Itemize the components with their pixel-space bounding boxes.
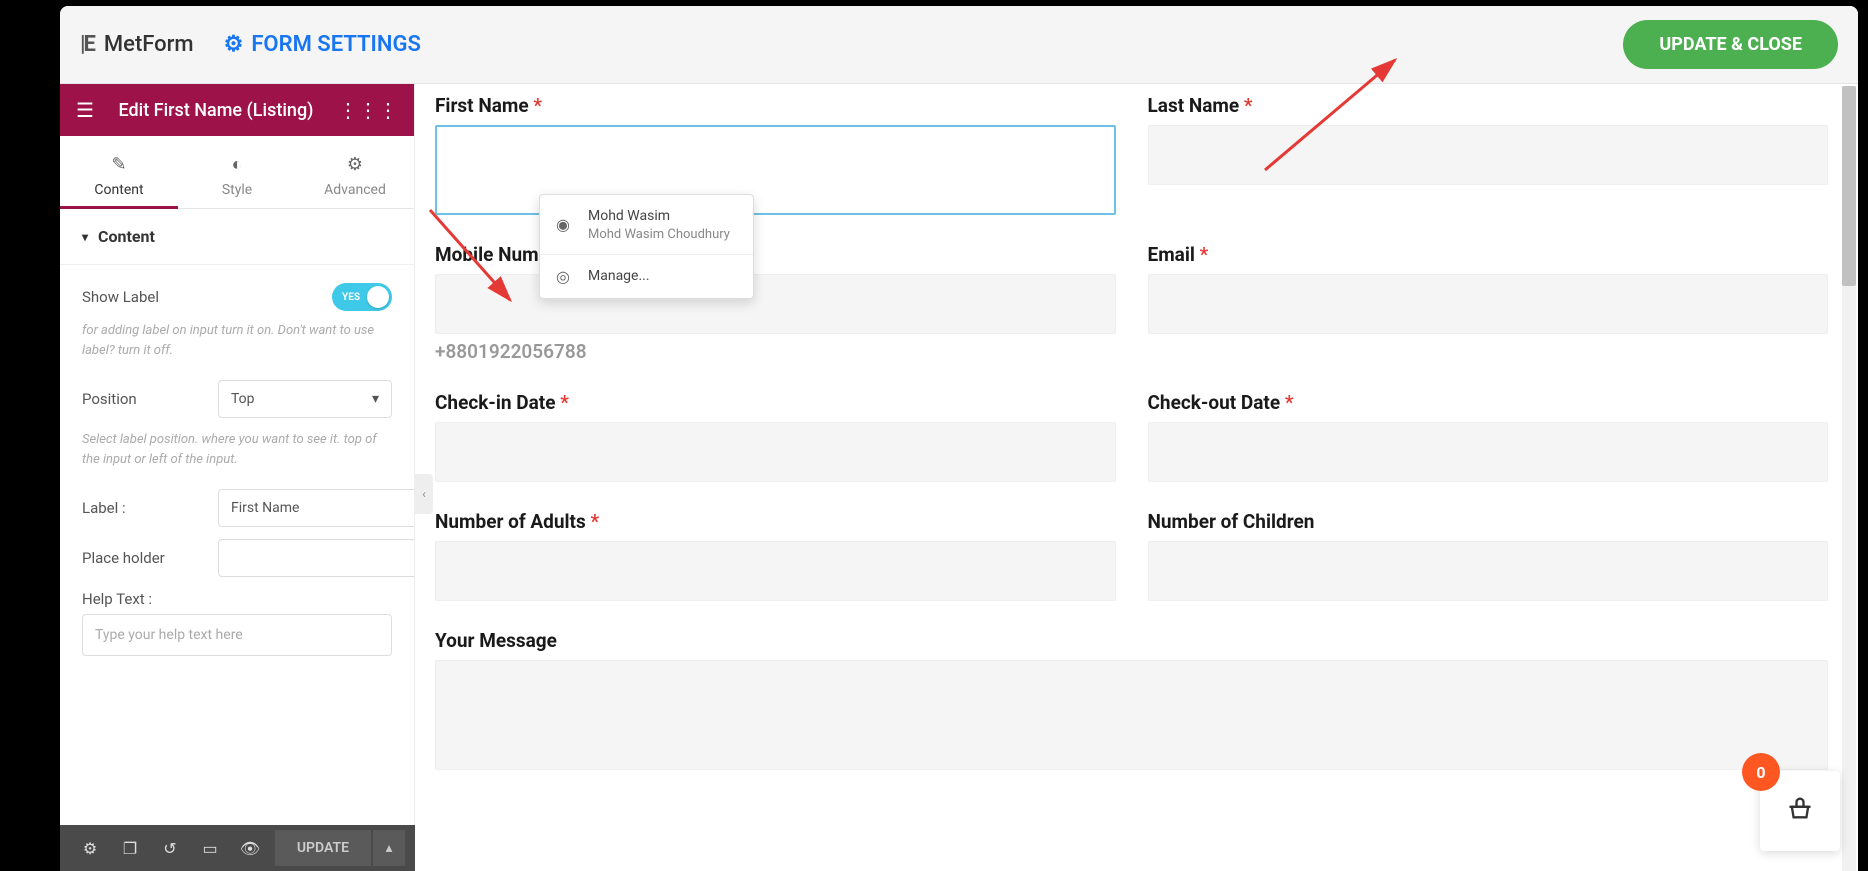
brand: |E MetForm [80, 32, 194, 57]
gear-icon: ⚙ [296, 154, 414, 175]
mobile-hint: +8801922056788 [435, 340, 1116, 363]
autofill-suggestion[interactable]: ◉ Mohd Wasim Mohd Wasim Choudhury [540, 195, 753, 254]
field-checkin-label: Check-in Date [435, 391, 555, 414]
field-children[interactable]: Number of Children [1148, 510, 1829, 601]
field-first-name-label: First Name [435, 94, 529, 117]
placeholder-input[interactable] [218, 539, 414, 577]
autofill-full: Mohd Wasim Choudhury [588, 227, 730, 242]
autofill-dropdown: ◉ Mohd Wasim Mohd Wasim Choudhury ◎ Mana… [539, 194, 754, 299]
required-icon: * [1200, 243, 1209, 266]
sidebar-title: Edit First Name (Listing) [118, 100, 313, 121]
update-button[interactable]: UPDATE [275, 830, 371, 866]
checkout-input[interactable] [1148, 422, 1829, 482]
required-icon: * [533, 94, 542, 117]
field-email[interactable]: Email * [1148, 243, 1829, 363]
gear-icon: ⚙ [224, 32, 244, 57]
brand-icon: |E [80, 32, 94, 57]
chrome-icon: ◎ [556, 267, 576, 286]
brand-label: MetForm [104, 32, 194, 57]
pencil-icon: ✎ [60, 154, 178, 175]
autofill-manage[interactable]: ◎ Manage... [540, 254, 753, 299]
children-input[interactable] [1148, 541, 1829, 601]
section-content-header[interactable]: ▾ Content [60, 209, 414, 265]
message-input[interactable] [435, 660, 1828, 770]
section-content-label: Content [98, 227, 155, 246]
sidebar: ☰ Edit First Name (Listing) ⋮⋮⋮ ✎ Conten… [60, 84, 415, 871]
first-name-input[interactable] [435, 125, 1116, 215]
field-mobile[interactable]: Mobile Number * +8801922056788 [435, 243, 1116, 363]
label-label: Label : [82, 499, 202, 517]
field-adults-label: Number of Adults [435, 510, 586, 533]
tab-content[interactable]: ✎ Content [60, 136, 178, 208]
basket-icon [1786, 794, 1814, 829]
required-icon: * [1285, 391, 1294, 414]
email-input[interactable] [1148, 274, 1829, 334]
adults-input[interactable] [435, 541, 1116, 601]
sidebar-header: ☰ Edit First Name (Listing) ⋮⋮⋮ [60, 84, 414, 136]
caret-down-icon: ▾ [82, 230, 88, 244]
field-checkout-label: Check-out Date [1148, 391, 1281, 414]
field-last-name[interactable]: Last Name * [1148, 94, 1829, 215]
user-circle-icon: ◉ [556, 215, 576, 234]
position-select[interactable]: Top ▾ [218, 380, 392, 418]
layers-icon[interactable]: ❐ [110, 839, 150, 858]
preview-icon[interactable]: 👁 [230, 839, 270, 858]
tab-style[interactable]: ◐ Style [178, 136, 296, 208]
history-icon[interactable]: ↺ [150, 839, 190, 858]
autofill-name: Mohd Wasim [588, 207, 730, 227]
grid-icon[interactable]: ⋮⋮⋮ [338, 98, 398, 122]
scrollbar-thumb[interactable] [1842, 86, 1856, 286]
field-first-name[interactable]: First Name * [435, 94, 1116, 215]
toggle-knob [367, 286, 389, 308]
settings-icon[interactable]: ⚙ [70, 839, 110, 858]
field-message-label: Your Message [435, 629, 557, 652]
toggle-yes-text: YES [342, 292, 360, 303]
scrollbar[interactable] [1842, 86, 1856, 871]
position-value: Top [231, 391, 255, 407]
field-children-label: Number of Children [1148, 510, 1315, 533]
position-hint: Select label position. where you want to… [82, 430, 392, 469]
chevron-down-icon: ▾ [372, 391, 379, 407]
tab-advanced[interactable]: ⚙ Advanced [296, 136, 414, 208]
cart-widget[interactable]: 0 [1760, 771, 1840, 851]
contrast-icon: ◐ [178, 154, 296, 175]
field-last-name-label: Last Name [1148, 94, 1240, 117]
placeholder-label: Place holder [82, 549, 202, 567]
tab-content-label: Content [94, 182, 143, 198]
responsive-icon[interactable]: ▭ [190, 839, 230, 858]
autofill-manage-label: Manage... [588, 267, 650, 287]
mobile-input[interactable] [435, 274, 1116, 334]
helptext-input[interactable] [82, 614, 392, 656]
last-name-input[interactable] [1148, 125, 1829, 185]
hamburger-icon[interactable]: ☰ [76, 98, 94, 122]
required-icon: * [590, 510, 599, 533]
form-settings-button[interactable]: ⚙ FORM SETTINGS [224, 32, 421, 57]
tab-advanced-label: Advanced [324, 182, 386, 198]
field-checkin[interactable]: Check-in Date * [435, 391, 1116, 482]
topbar: |E MetForm ⚙ FORM SETTINGS UPDATE & CLOS… [60, 6, 1858, 84]
required-icon: * [1244, 94, 1253, 117]
form-settings-label: FORM SETTINGS [251, 32, 421, 57]
label-input[interactable] [218, 489, 414, 527]
position-label: Position [82, 390, 202, 408]
update-more-button[interactable]: ▴ [373, 830, 405, 866]
field-checkout[interactable]: Check-out Date * [1148, 391, 1829, 482]
tab-style-label: Style [222, 182, 252, 198]
show-label-hint: for adding label on input turn it on. Do… [82, 321, 392, 360]
show-label-toggle[interactable]: YES [332, 283, 392, 311]
checkin-input[interactable] [435, 422, 1116, 482]
cart-badge: 0 [1742, 753, 1780, 791]
field-email-label: Email [1148, 243, 1195, 266]
helptext-label: Help Text : [82, 590, 152, 608]
editor-tabs: ✎ Content ◐ Style ⚙ Advanced [60, 136, 414, 209]
required-icon: * [560, 391, 569, 414]
field-adults[interactable]: Number of Adults * [435, 510, 1116, 601]
collapse-sidebar-tab[interactable]: ‹ [415, 474, 433, 514]
show-label-label: Show Label [82, 288, 159, 306]
editor-footer: ⚙ ❐ ↺ ▭ 👁 UPDATE ▴ [60, 825, 415, 871]
field-message[interactable]: Your Message [435, 629, 1828, 770]
update-close-button[interactable]: UPDATE & CLOSE [1623, 20, 1838, 69]
